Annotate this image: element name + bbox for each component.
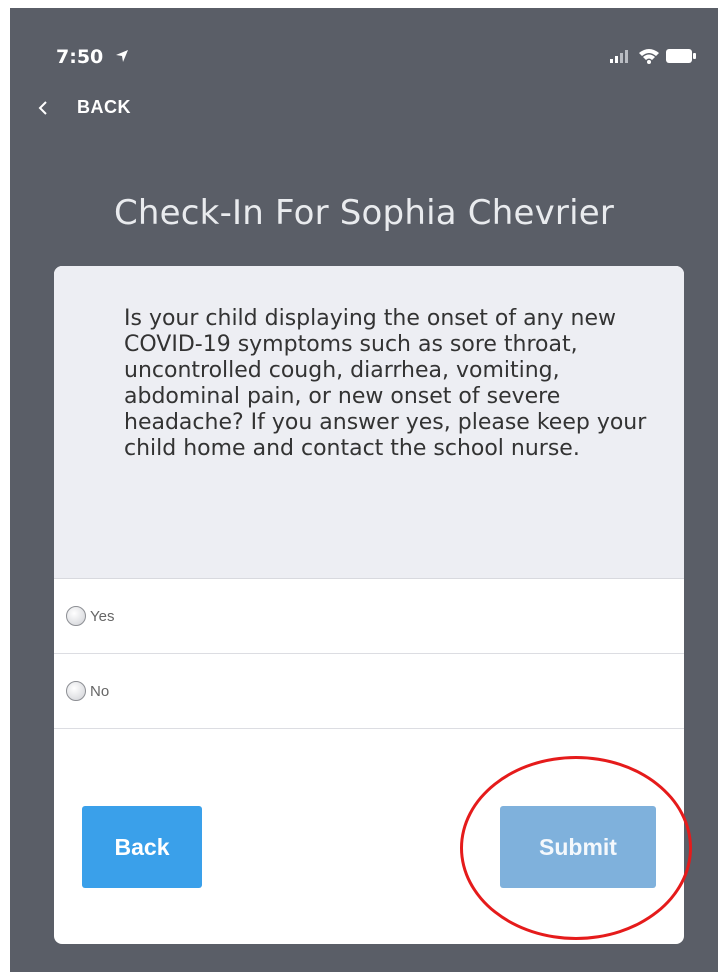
- nav-back-link[interactable]: BACK: [10, 90, 310, 126]
- chevron-left-icon: [38, 101, 47, 115]
- check-in-card: Is your child displaying the onset of an…: [54, 266, 684, 944]
- back-button[interactable]: Back: [82, 806, 202, 888]
- battery-icon: [666, 49, 696, 63]
- radio-yes[interactable]: [66, 606, 86, 626]
- radio-no[interactable]: [66, 681, 86, 701]
- wifi-icon: [639, 49, 659, 64]
- status-bar: 7:50: [10, 8, 718, 88]
- option-yes-label: Yes: [90, 607, 115, 625]
- question-text: Is your child displaying the onset of an…: [124, 306, 647, 461]
- nav-back-label: BACK: [77, 97, 131, 117]
- option-yes[interactable]: Yes: [54, 579, 684, 654]
- location-arrow-icon: [116, 50, 128, 62]
- question-panel: Is your child displaying the onset of an…: [54, 266, 684, 579]
- status-icons: [610, 48, 696, 64]
- option-no-label: No: [90, 682, 110, 700]
- signal-icon: [610, 50, 628, 63]
- option-no[interactable]: No: [54, 654, 684, 729]
- phone-screen: 7:50 BACK Check-In For Sophia Chevrier I…: [10, 8, 718, 972]
- status-time: 7:50: [56, 46, 104, 68]
- submit-button[interactable]: Submit: [500, 806, 656, 888]
- page-title: Check-In For Sophia Chevrier: [113, 192, 615, 233]
